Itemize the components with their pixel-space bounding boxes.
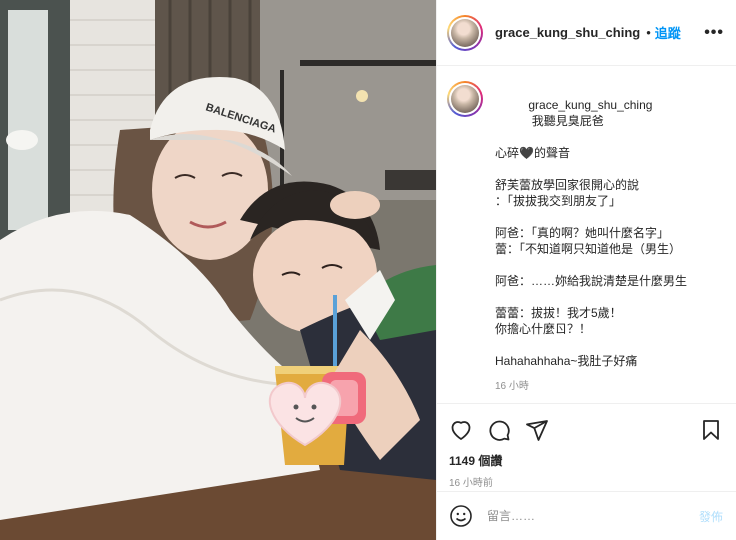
caption-line: 舒芙蕾放學回家很開心的說 [495,178,640,192]
username-link[interactable]: grace_kung_shu_ching [495,25,640,40]
caption-line: 阿爸：……妳給我說清楚是什麼男生 [495,274,688,288]
caption-line: 心碎🖤的聲音 [495,146,570,160]
bookmark-icon[interactable] [699,418,723,442]
comment-input[interactable] [487,509,699,523]
caption-timestamp[interactable]: 16 小時 [495,379,725,395]
caption-line: 你擔心什麼ㄖ？！ [495,322,592,336]
caption-line: Hahahahhaha~我肚子好痛 [495,354,638,368]
post-photo-illustration: BALENCIAGA [0,0,436,540]
caption-body: grace_kung_shu_ching 我聽見臭屁爸 心碎🖤的聲音 舒芙蕾放學… [495,81,725,395]
follow-button[interactable]: 追蹤 [655,23,681,42]
caption-line: 蕾蕾：拔拔！我才5歲！ [495,306,622,320]
caption-line: 阿爸：「真的啊？她叫什麼名字」 [495,226,670,240]
comment-icon[interactable] [487,418,511,442]
caption-username-link[interactable]: grace_kung_shu_ching [528,98,652,112]
post-photo[interactable]: BALENCIAGA [0,0,436,540]
comments-scroll-area[interactable]: grace_kung_shu_ching 我聽見臭屁爸 心碎🖤的聲音 舒芙蕾放學… [437,67,736,402]
separator-dot: • [646,25,651,40]
add-comment-bar: 發佈 [437,491,736,540]
post-header: grace_kung_shu_ching • 追蹤 ••• [437,0,736,66]
caption-avatar[interactable] [447,81,483,117]
caption-line [495,337,725,353]
caption: grace_kung_shu_ching 我聽見臭屁爸 心碎🖤的聲音 舒芙蕾放學… [447,81,725,395]
emoji-icon[interactable] [449,504,473,528]
caption-line: ：「拔拔我交到朋友了」 [495,194,622,208]
post-actions: 1149 個讚 16 小時前 [437,403,736,489]
action-icons [449,416,723,444]
caption-line [495,209,725,225]
caption-first-line: 我聽見臭屁爸 [531,114,604,128]
caption-line [495,257,725,273]
share-icon[interactable] [525,418,549,442]
caption-line [495,289,725,305]
more-icon[interactable]: ••• [704,24,724,42]
caption-line [495,161,725,177]
post-comment-button[interactable]: 發佈 [699,508,723,525]
heart-icon[interactable] [449,418,473,442]
post-timestamp[interactable]: 16 小時前 [449,474,723,489]
post-sidebar: grace_kung_shu_ching • 追蹤 ••• grace_kung… [436,0,736,540]
avatar[interactable] [447,14,483,51]
caption-line: 蕾：「不知道啊只知道他是（男生） [495,242,682,256]
likes-count[interactable]: 1149 個讚 [449,452,723,469]
